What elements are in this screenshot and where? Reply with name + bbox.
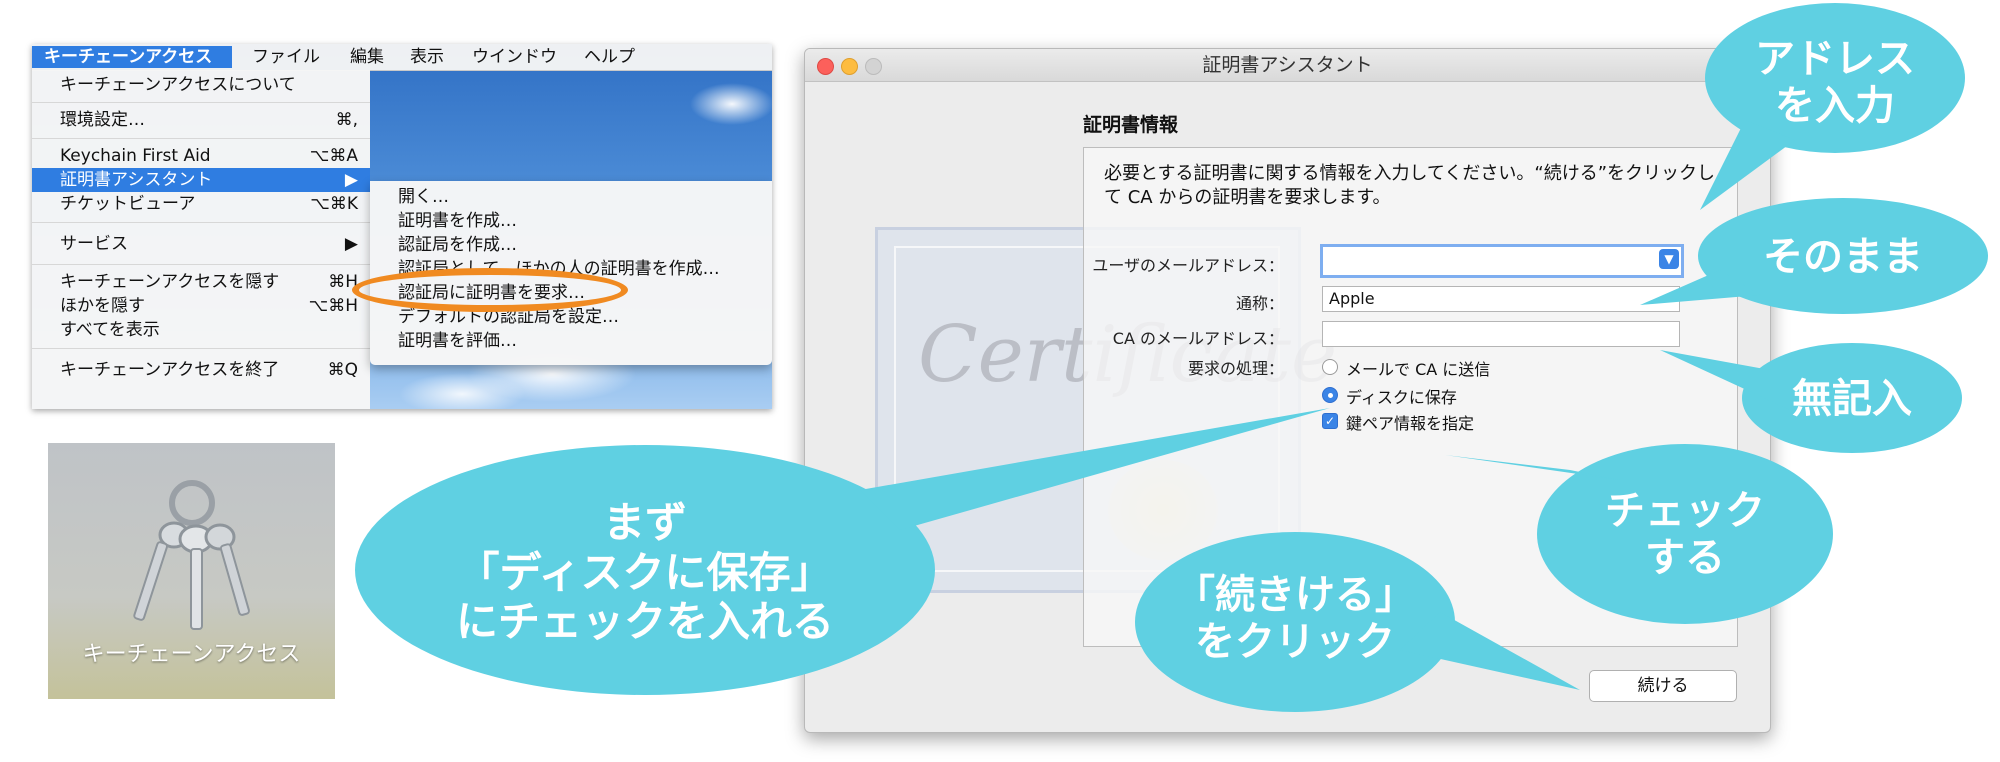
callout-layer <box>355 3 1988 712</box>
callout-address-line: を入力 <box>1775 83 1895 130</box>
callout-first-line: まず <box>602 498 687 547</box>
callout-first-line: にチェックを入れる <box>455 597 834 647</box>
callout-continue-line: 「続きける」 <box>1175 572 1415 618</box>
callout-continue-line: をクリック <box>1195 619 1395 666</box>
callout-address-text: アドレス を入力 <box>1735 36 1935 130</box>
callout-address-line: アドレス <box>1755 36 1915 82</box>
callout-check-text: チェック する <box>1585 488 1785 582</box>
callout-blank-text: 無記入 <box>1792 376 1912 422</box>
callout-check-line: する <box>1645 535 1725 582</box>
callout-as-is-text: そのまま <box>1763 234 1923 280</box>
callout-first-line: 「ディスクに保存」 <box>457 547 833 597</box>
callout-continue-text: 「続きける」 をクリック <box>1160 572 1430 666</box>
callout-check-line: チェック <box>1605 488 1765 534</box>
callout-first-text: まず 「ディスクに保存」 にチェックを入れる <box>405 498 885 647</box>
